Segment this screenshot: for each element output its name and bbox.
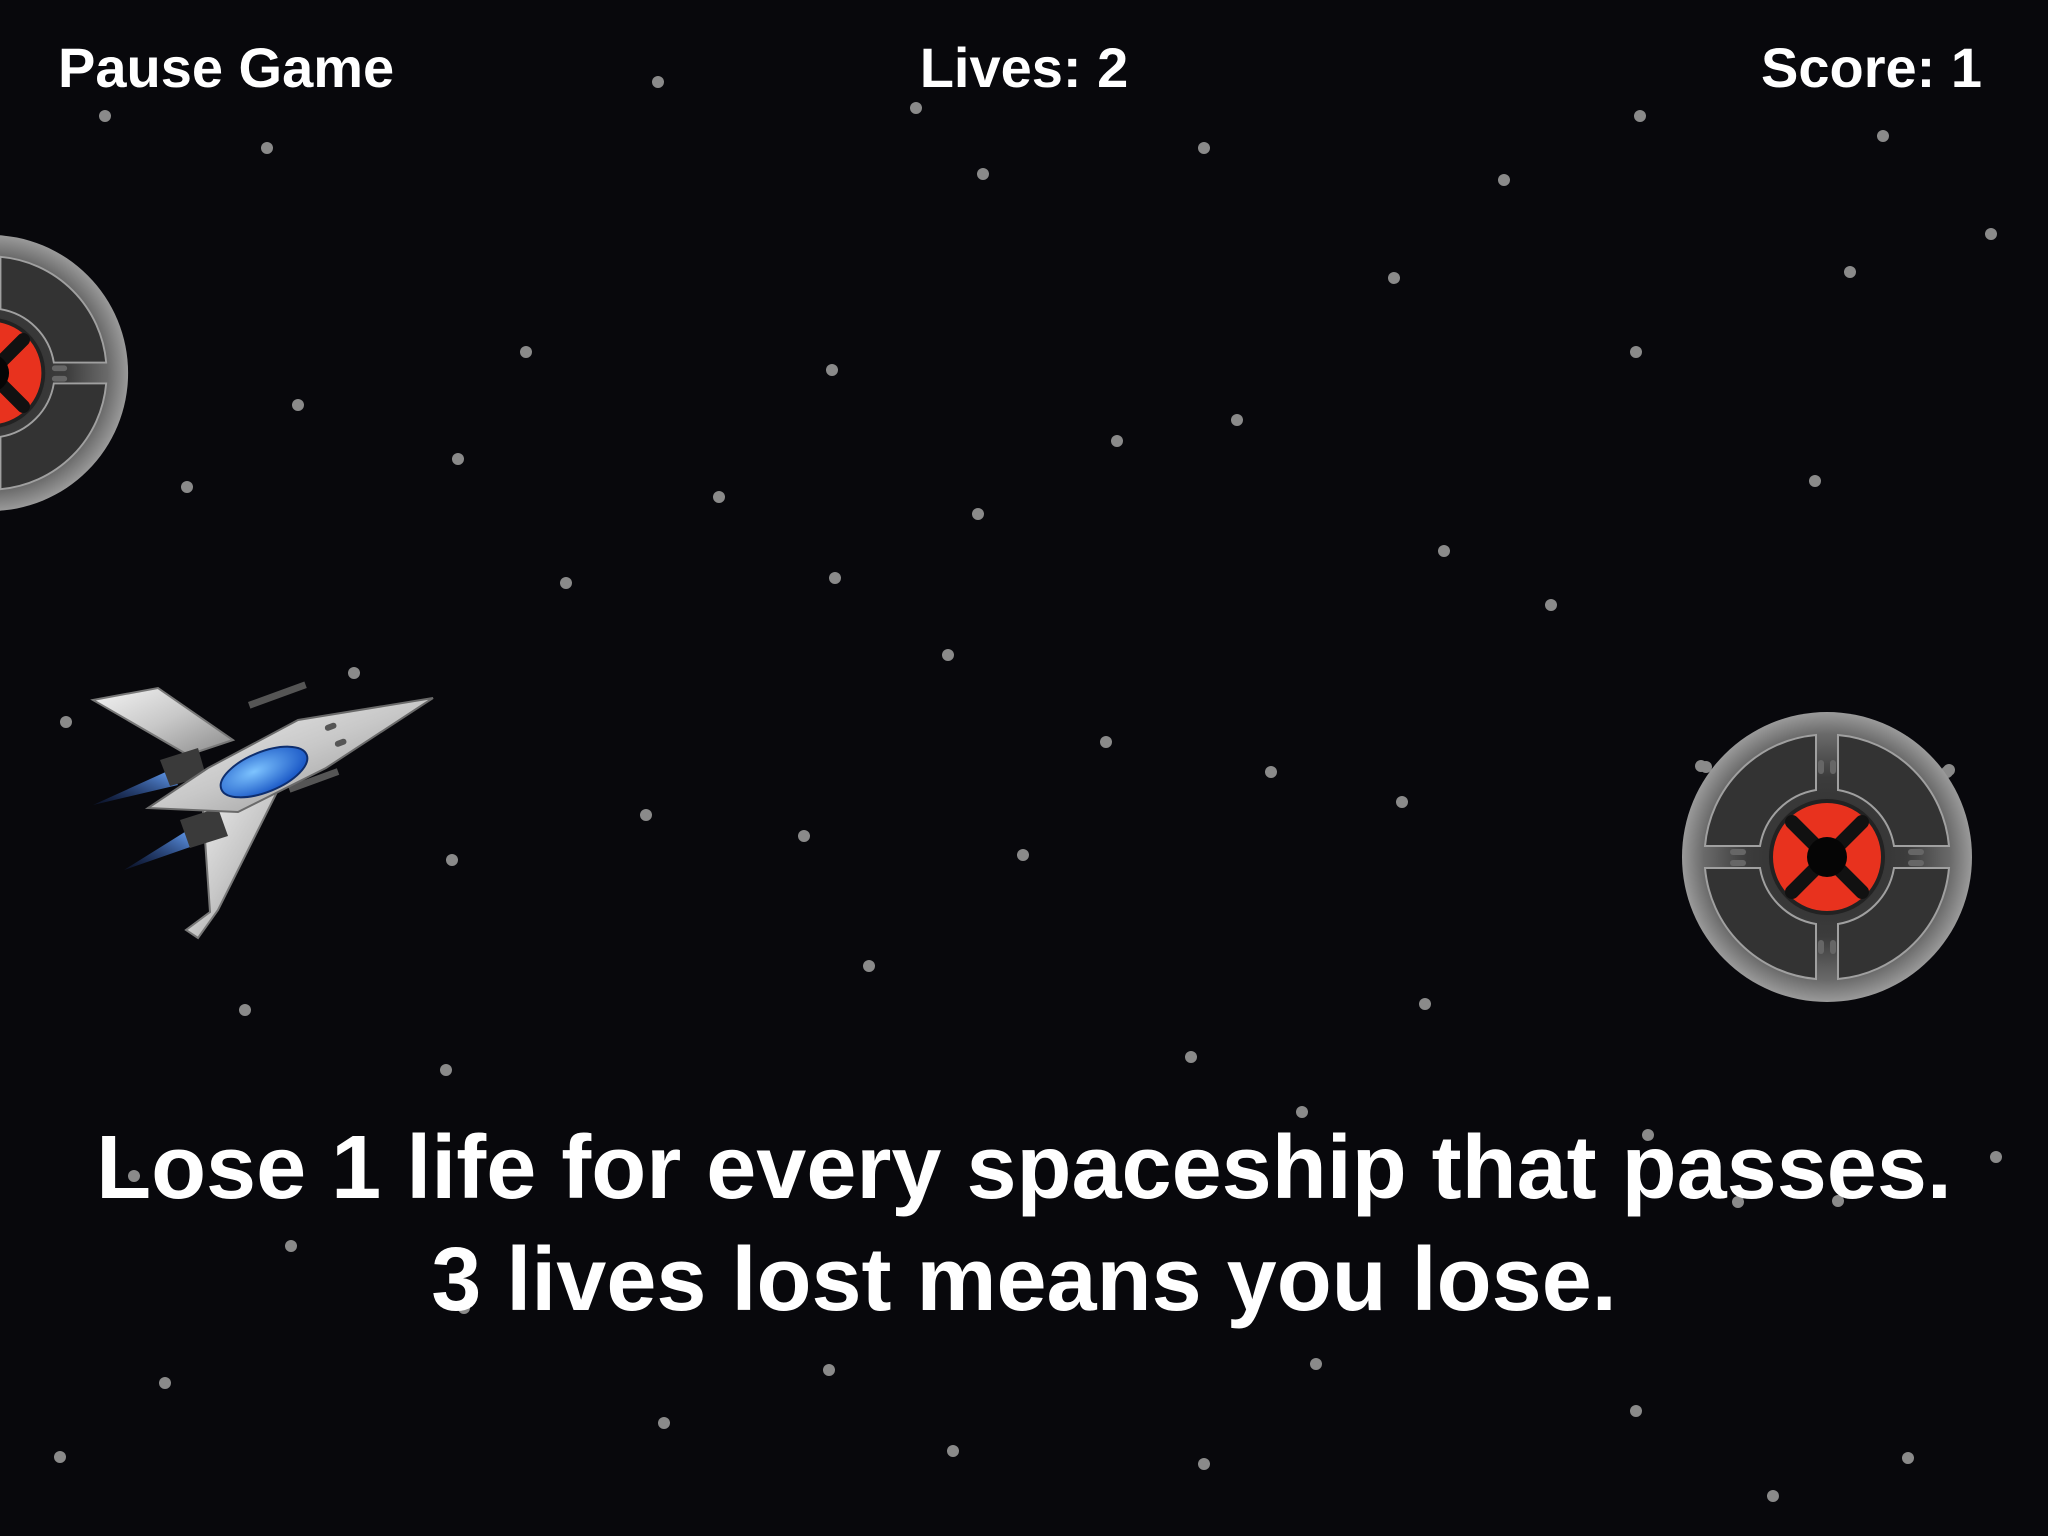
star-dot xyxy=(977,168,989,180)
star-dot xyxy=(826,364,838,376)
star-dot xyxy=(1844,266,1856,278)
game-canvas[interactable]: Pause Game Lives: 2 Score: 1 Lose 1 life… xyxy=(0,0,2048,1536)
star-dot xyxy=(1809,475,1821,487)
star-dot xyxy=(713,491,725,503)
star-dot xyxy=(972,508,984,520)
star-dot xyxy=(640,809,652,821)
star-dot xyxy=(560,577,572,589)
star-dot xyxy=(54,1451,66,1463)
star-dot xyxy=(1767,1490,1779,1502)
star-dot xyxy=(1231,414,1243,426)
star-dot xyxy=(1198,142,1210,154)
star-dot xyxy=(658,1417,670,1429)
star-dot xyxy=(1634,110,1646,122)
star-dot xyxy=(1100,736,1112,748)
star-dot xyxy=(1388,272,1400,284)
enemy-saucer-icon[interactable] xyxy=(0,228,130,518)
star-dot xyxy=(520,346,532,358)
star-dot xyxy=(99,110,111,122)
star-dot xyxy=(1438,545,1450,557)
star-dot xyxy=(1185,1051,1197,1063)
star-dot xyxy=(1630,346,1642,358)
star-dot xyxy=(261,142,273,154)
lives-counter: Lives: 2 xyxy=(919,36,1129,99)
instructions-text: Lose 1 life for every spaceship that pas… xyxy=(0,1112,2048,1336)
star-dot xyxy=(1419,998,1431,1010)
star-dot xyxy=(1265,766,1277,778)
player-spaceship-icon[interactable] xyxy=(88,680,448,950)
star-dot xyxy=(652,76,664,88)
star-dot xyxy=(159,1377,171,1389)
star-dot xyxy=(1877,130,1889,142)
star-dot xyxy=(452,453,464,465)
star-dot xyxy=(829,572,841,584)
star-dot xyxy=(947,1445,959,1457)
star-dot xyxy=(1630,1405,1642,1417)
enemy-saucer-icon[interactable] xyxy=(1680,710,1974,1004)
score-counter: Score: 1 xyxy=(1761,36,1982,99)
star-dot xyxy=(863,960,875,972)
star-dot xyxy=(239,1004,251,1016)
pause-game-button[interactable]: Pause Game xyxy=(58,32,394,104)
star-dot xyxy=(823,1364,835,1376)
star-dot xyxy=(1985,228,1997,240)
star-dot xyxy=(1498,174,1510,186)
star-dot xyxy=(348,667,360,679)
star-dot xyxy=(1111,435,1123,447)
star-dot xyxy=(181,481,193,493)
star-dot xyxy=(1198,1458,1210,1470)
star-dot xyxy=(1310,1358,1322,1370)
star-dot xyxy=(440,1064,452,1076)
star-dot xyxy=(942,649,954,661)
instructions-line-2: 3 lives lost means you lose. xyxy=(431,1230,1617,1330)
instructions-line-1: Lose 1 life for every spaceship that pas… xyxy=(96,1118,1952,1218)
star-dot xyxy=(292,399,304,411)
star-dot xyxy=(1396,796,1408,808)
star-dot xyxy=(910,102,922,114)
star-dot xyxy=(60,716,72,728)
star-dot xyxy=(1017,849,1029,861)
star-dot xyxy=(798,830,810,842)
star-dot xyxy=(1902,1452,1914,1464)
star-dot xyxy=(1545,599,1557,611)
